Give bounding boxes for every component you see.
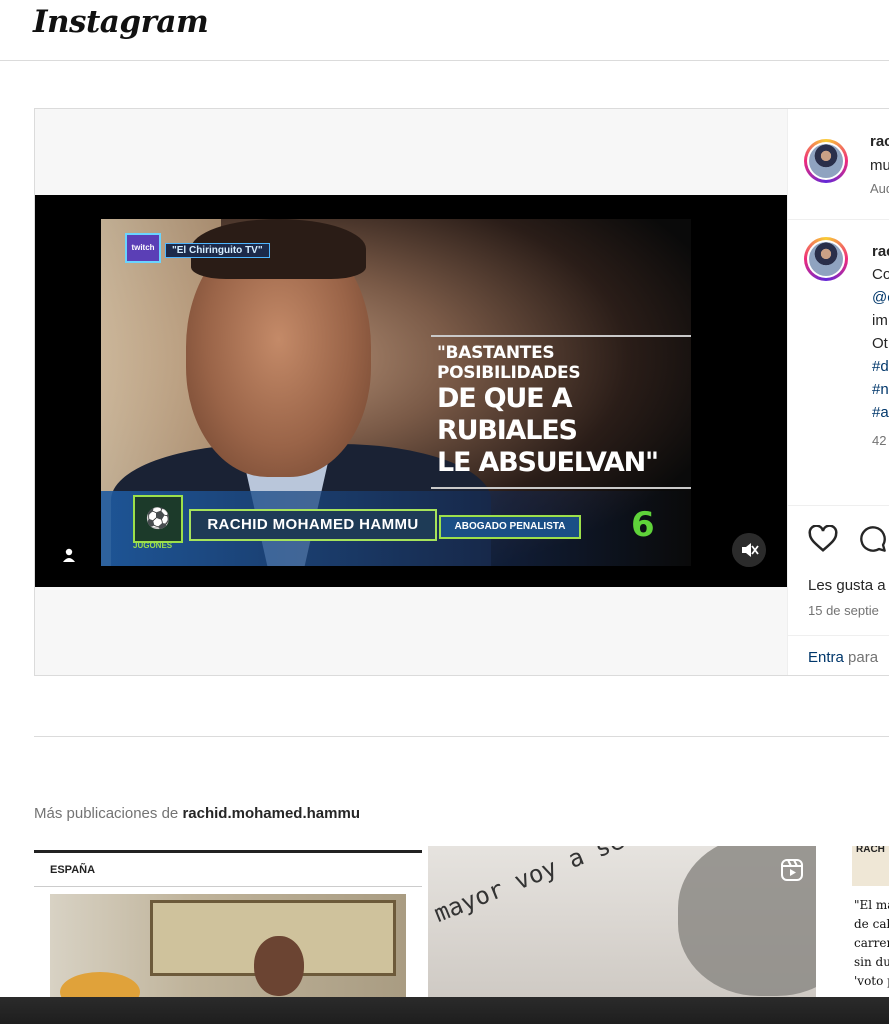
excerpt-line: 'voto p xyxy=(854,974,889,988)
excerpt-line: sin dud xyxy=(854,955,889,969)
newspaper-excerpt: "El ma de cab carrera sin dud 'voto p xyxy=(854,896,889,991)
bottom-overlay-bar xyxy=(0,997,889,1024)
video-player[interactable]: twitch "El Chiringuito TV" "BASTANTES PO… xyxy=(35,195,787,587)
video-frame: twitch "El Chiringuito TV" "BASTANTES PO… xyxy=(101,219,691,566)
post-sidebar: rac mu Aud rac Co @c im Ot #d #n #a 42 L… xyxy=(787,109,889,675)
hashtag-link[interactable]: #a xyxy=(872,404,889,421)
caption-line: Co xyxy=(872,266,889,283)
more-posts-prefix: Más publicaciones de xyxy=(34,805,179,822)
quote-line-3: LE ABSUELVAN" xyxy=(437,447,659,478)
section-divider xyxy=(34,736,889,737)
user-tag-icon[interactable] xyxy=(61,547,77,563)
channel-logo-icon: ⚽ xyxy=(133,495,183,543)
post-thumbnail-reel[interactable]: mayor voy a ser xyxy=(428,846,816,997)
post-thumbnail[interactable]: ESPAÑA xyxy=(34,846,422,997)
newspaper-photo xyxy=(50,894,406,997)
role-plate: ABOGADO PENALISTA xyxy=(439,515,581,539)
reels-icon xyxy=(781,859,803,881)
sidebar-divider xyxy=(788,219,889,220)
excerpt-line: carrera xyxy=(854,936,889,950)
excerpt-line: "El ma xyxy=(854,898,889,912)
muted-speaker-icon[interactable] xyxy=(732,533,766,567)
post-thumbnail[interactable]: RACH "El ma de cab carrera sin dud 'voto… xyxy=(822,846,889,997)
caption-mention[interactable]: @c xyxy=(872,289,889,306)
comment-icon[interactable] xyxy=(858,525,888,553)
newspaper-divider xyxy=(34,886,422,887)
person-head xyxy=(254,936,304,996)
caption-line: Ot xyxy=(872,335,888,352)
post-date[interactable]: 15 de septie xyxy=(808,603,879,618)
more-posts-username[interactable]: rachid.mohamed.hammu xyxy=(182,805,360,822)
quote-line-1: "BASTANTES POSIBILIDADES xyxy=(437,343,581,383)
avatar-photo xyxy=(809,242,843,276)
twitch-badge: twitch xyxy=(125,233,161,263)
audio-label[interactable]: Aud xyxy=(870,181,889,196)
caption-meta: 42 xyxy=(872,433,887,448)
quote-line-2: DE QUE A RUBIALES xyxy=(437,383,578,446)
sidebar-divider xyxy=(788,635,889,636)
author-username-2[interactable]: mu xyxy=(870,157,889,174)
author-avatar[interactable] xyxy=(804,139,848,183)
post-media: twitch "El Chiringuito TV" "BASTANTES PO… xyxy=(35,109,787,675)
newspaper-rule xyxy=(34,850,422,853)
network-logo: 6 xyxy=(631,505,655,545)
instagram-logo[interactable]: Instagram xyxy=(33,4,209,40)
caption-avatar[interactable] xyxy=(804,237,848,281)
login-suffix: para xyxy=(848,649,879,666)
hashtag-link[interactable]: #d xyxy=(872,358,889,375)
handwritten-text: mayor voy a ser xyxy=(430,846,642,928)
login-link[interactable]: Entra xyxy=(808,649,844,666)
trophy-shape xyxy=(60,972,140,997)
sidebar-divider xyxy=(788,505,889,506)
caption-line: im xyxy=(872,312,888,329)
newspaper-header: RACH xyxy=(856,846,885,855)
likes-text[interactable]: Les gusta a xyxy=(808,577,886,594)
excerpt-line: de cab xyxy=(854,917,889,931)
heart-icon[interactable] xyxy=(808,525,838,553)
more-posts-heading: Más publicaciones de rachid.mohamed.hamm… xyxy=(34,805,360,822)
avatar-photo xyxy=(809,144,843,178)
quote-overlay: "BASTANTES POSIBILIDADES DE QUE A RUBIAL… xyxy=(431,335,691,489)
post-card: twitch "El Chiringuito TV" "BASTANTES PO… xyxy=(34,108,889,676)
hashtag-link[interactable]: #n xyxy=(872,381,889,398)
author-username[interactable]: rac xyxy=(870,133,889,150)
login-prompt: Entra para xyxy=(808,649,878,666)
newspaper-section: ESPAÑA xyxy=(50,864,96,876)
name-plate: RACHID MOHAMED HAMMU xyxy=(189,509,437,541)
caption-username[interactable]: rac xyxy=(872,243,889,260)
source-tag: "El Chiringuito TV" xyxy=(165,243,270,258)
channel-name: JUGONES xyxy=(133,541,173,550)
top-bar: Instagram xyxy=(0,0,889,61)
